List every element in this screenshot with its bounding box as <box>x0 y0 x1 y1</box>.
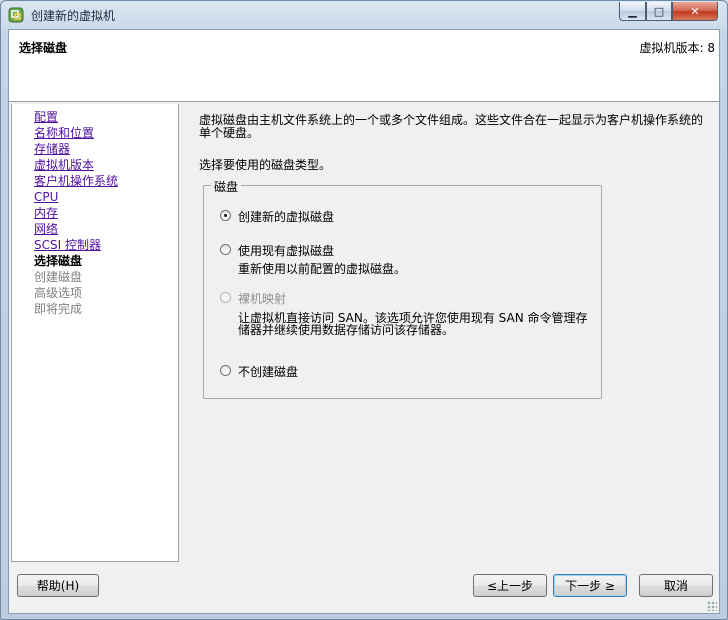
nav-step-create-disk: 创建磁盘 <box>34 270 83 284</box>
nav-step-guest-os[interactable]: 客户机操作系统 <box>34 173 118 189</box>
help-button[interactable]: 帮助(H) <box>17 574 99 597</box>
close-button[interactable]: ✕ <box>672 2 718 21</box>
nav-step-advanced-options: 高级选项 <box>34 286 83 300</box>
option-raw-device-mapping-label: 裸机映射 <box>238 292 287 306</box>
option-raw-device-mapping-description: 让虚拟机直接访问 SAN。该选项允许您使用现有 SAN 命令管理存储器并继续使用… <box>238 311 588 337</box>
nav-step-cpu[interactable]: CPU <box>34 189 58 205</box>
maximize-button[interactable]: □ <box>646 2 672 21</box>
wizard-client-area: 选择磁盘 虚拟机版本: 8 配置 名称和位置 存储器 虚拟机版本 客户机操作系统… <box>8 29 720 614</box>
back-button[interactable]: ≤上一步 <box>473 574 547 597</box>
nav-step-config[interactable]: 配置 <box>34 109 58 125</box>
minimize-icon: ▁ <box>628 4 637 18</box>
maximize-icon: □ <box>653 4 665 18</box>
wizard-steps-nav: 配置 名称和位置 存储器 虚拟机版本 客户机操作系统 CPU 内存 网络 SCS… <box>11 104 179 562</box>
window-title: 创建新的虚拟机 <box>31 9 116 23</box>
close-icon: ✕ <box>690 4 700 18</box>
vm-version-label: 虚拟机版本: 8 <box>639 41 716 55</box>
vsphere-app-icon <box>8 7 24 23</box>
nav-step-vm-version[interactable]: 虚拟机版本 <box>34 157 94 173</box>
option-create-new-disk-label[interactable]: 创建新的虚拟磁盘 <box>238 208 334 225</box>
option-use-existing-disk-label[interactable]: 使用现有虚拟磁盘 <box>238 242 334 259</box>
nav-step-scsi-controller[interactable]: SCSI 控制器 <box>34 237 101 253</box>
nav-step-select-disk: 选择磁盘 <box>34 254 83 268</box>
title-bar[interactable]: 创建新的虚拟机 ▁ □ ✕ <box>1 1 727 29</box>
minimize-button[interactable]: ▁ <box>619 2 646 21</box>
disk-groupbox: 磁盘 创建新的虚拟磁盘 使用现有虚拟磁盘 重新使用以前配置的虚拟磁盘。 裸机映射… <box>203 178 602 399</box>
nav-step-name-location[interactable]: 名称和位置 <box>34 125 94 141</box>
disk-type-prompt: 选择要使用的磁盘类型。 <box>199 158 332 172</box>
cancel-button[interactable]: 取消 <box>639 574 713 597</box>
option-no-disk-label[interactable]: 不创建磁盘 <box>238 363 298 380</box>
wizard-header: 选择磁盘 虚拟机版本: 8 <box>9 30 719 102</box>
radio-no-disk[interactable] <box>220 365 231 376</box>
radio-use-existing-disk[interactable] <box>220 244 231 255</box>
disk-group-label: 磁盘 <box>211 178 242 195</box>
nav-step-storage[interactable]: 存储器 <box>34 141 70 157</box>
radio-create-new-disk[interactable] <box>220 210 231 221</box>
next-button[interactable]: 下一步 ≥ <box>553 574 627 597</box>
wizard-window: 创建新的虚拟机 ▁ □ ✕ 选择磁盘 虚拟机版本: 8 配置 名称和位置 存储器… <box>0 0 728 620</box>
nav-step-network[interactable]: 网络 <box>34 221 58 237</box>
nav-step-ready-to-complete: 即将完成 <box>34 302 83 316</box>
radio-raw-device-mapping <box>220 292 231 303</box>
resize-grip[interactable] <box>707 601 717 611</box>
option-use-existing-disk-description: 重新使用以前配置的虚拟磁盘。 <box>238 262 407 276</box>
disk-intro-text: 虚拟磁盘由主机文件系统上的一个或多个文件组成。这些文件合在一起显示为客户机操作系… <box>199 113 704 140</box>
nav-step-memory[interactable]: 内存 <box>34 205 58 221</box>
page-title: 选择磁盘 <box>19 41 68 55</box>
